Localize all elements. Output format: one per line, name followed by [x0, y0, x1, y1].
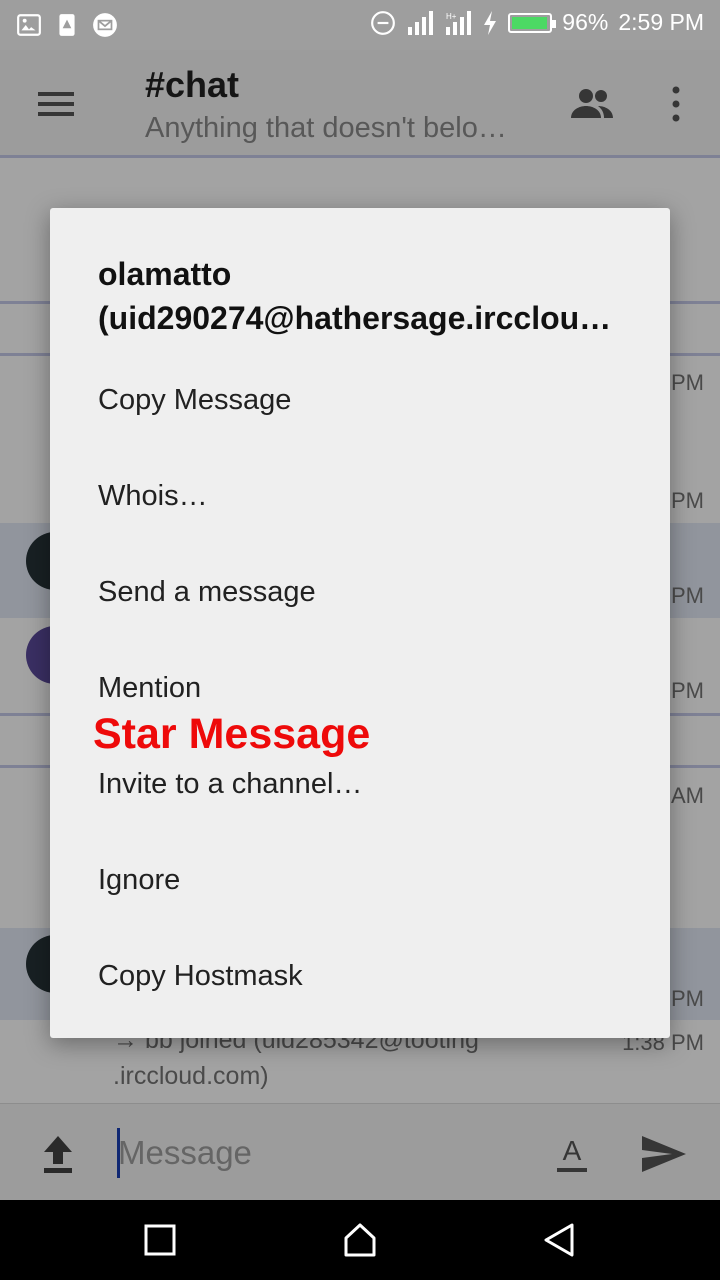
status-bar: H+ 96% 2:59 PM	[0, 0, 720, 50]
dialog-title-host: (uid290274@hathersage.irccloud.com)	[98, 300, 628, 336]
menu-item-invite[interactable]: Invite to a channel…	[98, 754, 618, 814]
menu-item-ignore[interactable]: Ignore	[98, 850, 618, 910]
back-icon[interactable]	[542, 1222, 578, 1258]
dialog-title: olamatto (uid290274@hathersage.irccloud.…	[98, 252, 628, 340]
alert-icon	[59, 14, 75, 36]
menu-item-copy-hostmask[interactable]: Copy Hostmask	[98, 946, 618, 1006]
signal-h-icon: H+	[446, 10, 472, 35]
user-actions-dialog: olamatto (uid290274@hathersage.irccloud.…	[50, 208, 670, 1038]
menu-item-copy-message[interactable]: Copy Message	[98, 370, 618, 430]
battery-icon	[508, 12, 557, 33]
gallery-icon	[17, 14, 41, 36]
battery-percent: 96%	[562, 9, 609, 35]
signal-icon	[408, 10, 434, 35]
menu-item-whois[interactable]: Whois…	[98, 466, 618, 526]
star-message-label[interactable]: Star Message	[93, 710, 370, 759]
svg-text:H+: H+	[446, 12, 457, 21]
dialog-title-nick: olamatto	[98, 256, 232, 292]
recents-icon[interactable]	[142, 1222, 178, 1258]
navigation-bar	[0, 1200, 720, 1280]
menu-item-mention[interactable]: Mention	[98, 658, 618, 718]
mail-icon	[93, 13, 117, 37]
home-icon[interactable]	[342, 1222, 378, 1258]
charging-icon	[484, 10, 497, 35]
menu-item-send-message[interactable]: Send a message	[98, 562, 618, 622]
clock: 2:59 PM	[618, 9, 704, 35]
do-not-disturb-icon	[371, 10, 396, 35]
